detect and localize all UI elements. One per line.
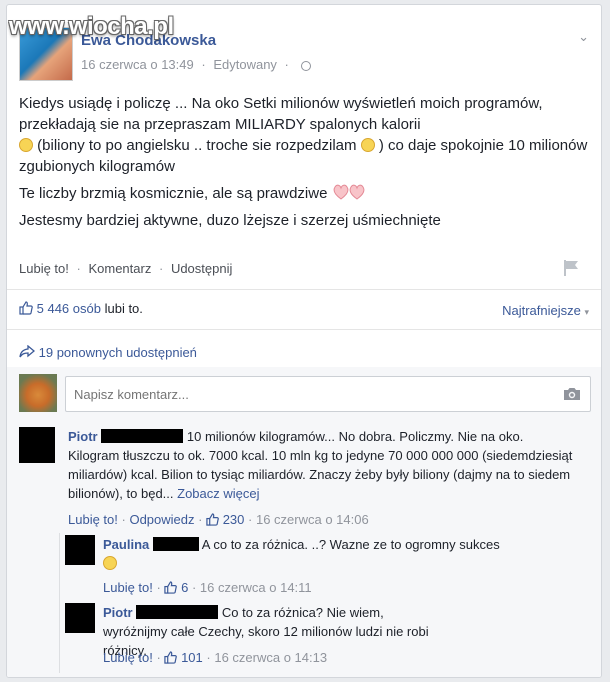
- comment-actions: Lubię to! · Odpowiedz · 230 · 16 czerwca…: [68, 512, 369, 527]
- reply-date[interactable]: 16 czerwca o 14:11: [200, 580, 312, 595]
- likes-count[interactable]: 5 446 osób: [37, 301, 101, 316]
- divider: [7, 289, 601, 290]
- separator: ·: [191, 580, 200, 595]
- replier-avatar[interactable]: [65, 603, 95, 633]
- reply-actions: Lubię to! · 101 · 16 czerwca o 14:13: [103, 650, 327, 665]
- sad-face-icon: [360, 138, 375, 152]
- camera-icon[interactable]: [563, 387, 581, 401]
- paragraph-1-part-a: Kiedys usiądę i policzę ... Na oko Setki…: [19, 95, 543, 133]
- see-more-link[interactable]: Zobacz więcej: [177, 486, 259, 501]
- commenter-avatar[interactable]: [19, 427, 55, 463]
- shares-summary[interactable]: 19 ponownych udostępnień: [19, 344, 197, 360]
- comment-date[interactable]: 16 czerwca o 14:06: [256, 512, 369, 527]
- smiley-icon: [19, 138, 33, 152]
- post-actions: Lubię to! · Komentarz · Udostępnij: [19, 261, 232, 276]
- user-avatar: [19, 374, 57, 412]
- hearts-icon: [333, 184, 364, 200]
- comment-like-button[interactable]: Lubię to!: [68, 512, 118, 527]
- redacted-surname: [152, 537, 199, 551]
- action-separator: ·: [76, 261, 81, 276]
- comment-button[interactable]: Komentarz: [88, 261, 151, 276]
- sort-label: Najtrafniejsze: [502, 303, 581, 318]
- smiley-icon: [103, 556, 117, 570]
- reply-like-button[interactable]: Lubię to!: [103, 650, 153, 665]
- globe-icon: [300, 60, 311, 71]
- replier-name[interactable]: Piotr: [103, 605, 133, 620]
- reply-thread-line: [59, 533, 60, 673]
- likes-summary: 5 446 osób lubi to.: [19, 301, 143, 316]
- thumbs-up-icon: [164, 581, 178, 594]
- likes-suffix: lubi to.: [104, 301, 143, 316]
- reply-like-count[interactable]: 101: [181, 650, 203, 665]
- action-separator-2: ·: [158, 261, 164, 276]
- separator: ·: [248, 512, 256, 527]
- post-text: Kiedys usiądę i policzę ... Na oko Setki…: [19, 93, 589, 237]
- reply-actions: Lubię to! · 6 · 16 czerwca o 14:11: [103, 580, 312, 595]
- reply-body: Paulina A co to za różnica. ..? Wazne ze…: [103, 535, 573, 573]
- comment-input[interactable]: [65, 376, 591, 412]
- shares-count: 19 ponownych udostępnień: [38, 345, 197, 360]
- like-button[interactable]: Lubię to!: [19, 261, 69, 276]
- redacted-surname: [101, 429, 184, 443]
- reply-date[interactable]: 16 czerwca o 14:13: [214, 650, 327, 665]
- meta-separator-2: ·: [284, 57, 289, 72]
- separator: ·: [198, 512, 207, 527]
- comment-body: Piotr 10 milionów kilogramów... No dobra…: [68, 427, 578, 503]
- separator: ·: [156, 650, 165, 665]
- post-paragraph-3: Jestesmy bardziej aktywne, duzo lżejsze …: [19, 212, 441, 229]
- thumbs-up-icon: [164, 651, 178, 664]
- separator: ·: [156, 580, 165, 595]
- thumbs-up-icon: [206, 513, 219, 526]
- sort-dropdown[interactable]: Najtrafniejsze ▾: [502, 303, 589, 318]
- flag-icon[interactable]: [563, 259, 579, 277]
- post-paragraph-1: Kiedys usiądę i policzę ... Na oko Setki…: [19, 93, 589, 177]
- replier-avatar[interactable]: [65, 535, 95, 565]
- thumbs-up-icon: [19, 301, 33, 315]
- watermark: www.wiocha.pl: [9, 13, 174, 40]
- edited-label[interactable]: Edytowany: [213, 57, 277, 72]
- redacted-surname: [136, 605, 219, 619]
- meta-separator: ·: [201, 57, 206, 72]
- share-arrow-icon: [19, 344, 36, 358]
- post-meta: 16 czerwca o 13:49 · Edytowany ·: [81, 57, 311, 72]
- replier-name[interactable]: Paulina: [103, 537, 149, 552]
- reply-like-count[interactable]: 6: [181, 580, 188, 595]
- post-card: www.wiocha.pl Ewa Chodakowska 16 czerwca…: [6, 4, 602, 678]
- chevron-down-icon[interactable]: ⌄: [578, 29, 589, 45]
- divider: [7, 329, 601, 330]
- post-paragraph-2: Te liczby brzmią kosmicznie, ale są praw…: [19, 183, 589, 204]
- reply-text: A co to za różnica. ..? Wazne ze to ogro…: [201, 537, 500, 552]
- comment-like-count[interactable]: 230: [223, 512, 245, 527]
- paragraph-1-part-b: (biliony to po angielsku .. troche sie r…: [37, 137, 357, 154]
- share-button[interactable]: Udostępnij: [171, 261, 232, 276]
- chevron-down-icon: ▾: [584, 307, 589, 317]
- reply-button[interactable]: Odpowiedz: [129, 512, 194, 527]
- reply-like-button[interactable]: Lubię to!: [103, 580, 153, 595]
- paragraph-2-text: Te liczby brzmią kosmicznie, ale są praw…: [19, 185, 328, 202]
- commenter-name[interactable]: Piotr: [68, 429, 98, 444]
- post-date[interactable]: 16 czerwca o 13:49: [81, 57, 194, 72]
